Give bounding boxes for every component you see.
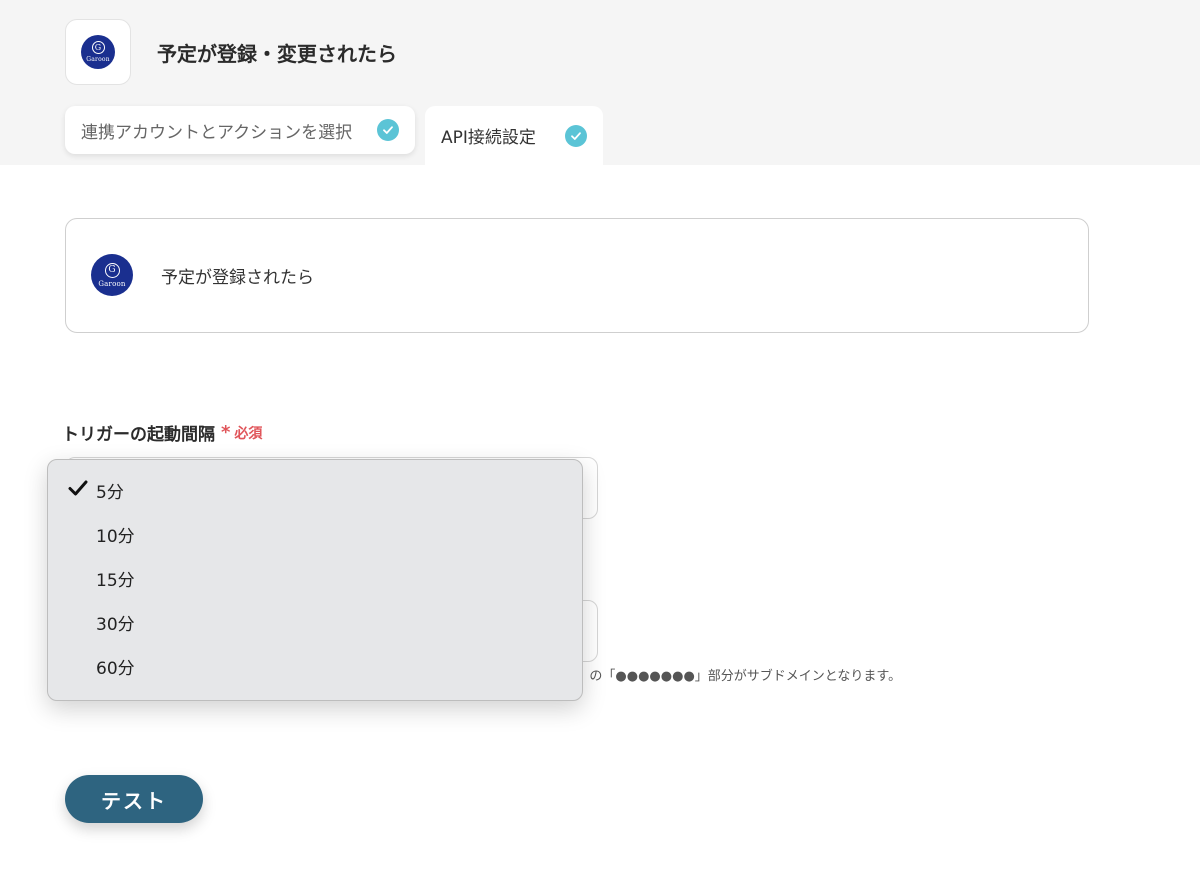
trigger-name: 予定が登録されたら <box>161 268 314 288</box>
header: G Garoon 予定が登録・変更されたら 連携アカウントとアクションを選択 A… <box>0 0 1200 165</box>
option-label: 10分 <box>96 527 135 547</box>
garoon-logo-letter: G <box>91 41 105 54</box>
required-text: 必須 <box>234 425 263 442</box>
garoon-logo: G Garoon <box>91 254 133 296</box>
trigger-card: G Garoon 予定が登録されたら <box>65 218 1089 333</box>
tab-label: 連携アカウントとアクションを選択 <box>81 122 353 143</box>
option-label: 30分 <box>96 615 135 635</box>
interval-label-text: トリガーの起動間隔 <box>62 425 215 445</box>
page-title: 予定が登録・変更されたら <box>157 42 397 66</box>
garoon-logo-word: Garoon <box>98 279 126 288</box>
check-circle-icon <box>565 124 587 147</box>
garoon-logo-letter: G <box>104 262 120 278</box>
interval-option-5[interactable]: 5分 <box>48 466 582 510</box>
tab-api-settings[interactable]: API接続設定 <box>425 106 603 165</box>
check-circle-icon <box>377 119 399 141</box>
interval-field-label: トリガーの起動間隔 * 必須 <box>62 420 262 445</box>
interval-dropdown-menu: 5分 10分 15分 30分 60分 <box>47 459 583 701</box>
garoon-logo-word: Garoon <box>86 56 110 63</box>
garoon-logo: G Garoon <box>81 35 115 69</box>
test-button[interactable]: テスト <box>65 775 203 823</box>
interval-option-10[interactable]: 10分 <box>48 510 582 554</box>
interval-option-15[interactable]: 15分 <box>48 554 582 598</box>
tab-account-action[interactable]: 連携アカウントとアクションを選択 <box>65 106 415 154</box>
interval-option-30[interactable]: 30分 <box>48 598 582 642</box>
tab-label: API接続設定 <box>441 128 536 148</box>
option-label: 5分 <box>96 483 124 503</box>
option-label: 15分 <box>96 571 135 591</box>
option-label: 60分 <box>96 659 135 679</box>
checkmark-icon <box>67 477 89 504</box>
app-logo-box: G Garoon <box>65 19 131 85</box>
subdomain-hint: /」の「●●●●●●●」部分がサブドメインとなります。 <box>572 669 902 684</box>
interval-option-60[interactable]: 60分 <box>48 642 582 686</box>
required-star: * <box>221 422 231 443</box>
